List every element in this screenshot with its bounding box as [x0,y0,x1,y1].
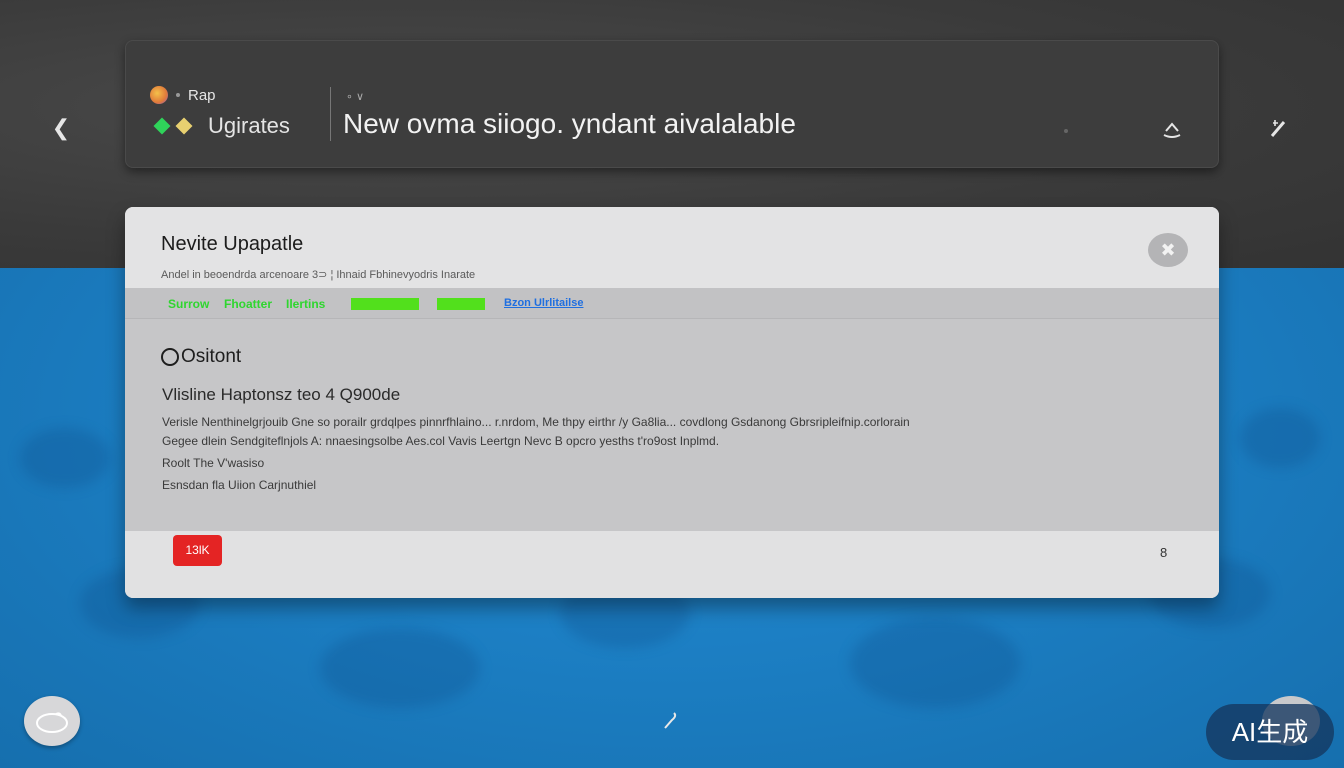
green-diamond-icon [153,117,171,135]
ai-generated-badge: AI生成 [1206,704,1334,760]
body-line-3: Roolt The V'wasiso [162,456,265,470]
status-label-2: Fhoatter [224,297,272,311]
faint-dot [1064,129,1068,133]
notification-category-row: Ugirates [153,113,290,139]
progress-bar-1 [351,298,419,310]
status-link[interactable]: Bzon Ulrlitailse [504,297,583,309]
app-icon [150,86,168,104]
dialog-subtitle: Andel in beoendrda arcenoare 3⊃ ¦ Ihnaid… [161,269,476,281]
close-icon[interactable]: ✖ [1148,233,1188,267]
cloud-icon[interactable] [24,696,80,746]
progress-bar-2 [437,298,485,310]
body-line-1: Verisle Nenthinelgrjouib Gne so porailr … [162,415,910,429]
primary-action-button[interactable]: 13lK [173,535,222,566]
eject-icon[interactable] [1158,114,1186,142]
notification-app-row: Rap [150,85,216,105]
footer-count: 8 [1160,545,1168,560]
option-radio[interactable]: Ositont [161,346,241,368]
pen-icon[interactable] [1265,114,1293,142]
dialog-title: Nevite Upapatle [161,233,304,255]
dialog-header: Nevite Upapatle Andel in beoendrda arcen… [125,207,1219,288]
hook-icon [660,708,682,732]
separator-dot [176,93,180,97]
radio-circle[interactable] [161,348,179,366]
notification-caption: ∘ ∨ [346,91,364,103]
status-label-3: Ilertins [286,297,326,311]
notification-headline[interactable]: New ovma siiogo. yndant aivalalable [343,108,796,140]
status-strip: Surrow Fhoatter Ilertins Bzon Ulrlitails… [125,288,1219,319]
yellow-diamond-icon [175,117,193,135]
update-notification-bar[interactable] [125,40,1219,168]
section-title: Vlisline Haptonsz teo 4 Q900de [162,385,401,404]
back-arrow-icon[interactable]: ❮ [50,116,72,140]
option-label: Ositont [181,346,242,367]
dialog-footer: 13lK 8 [125,531,1219,598]
status-label-1: Surrow [168,297,210,311]
body-line-4: Esnsdan fla Uiion Carjnuthiel [162,478,317,492]
update-dialog: Nevite Upapatle Andel in beoendrda arcen… [125,207,1219,598]
category-label: Ugirates [208,113,290,138]
app-name: Rap [188,86,216,104]
body-line-2: Gegee dlein Sendgiteflnjols A: nnaesings… [162,434,720,448]
divider [330,87,331,141]
